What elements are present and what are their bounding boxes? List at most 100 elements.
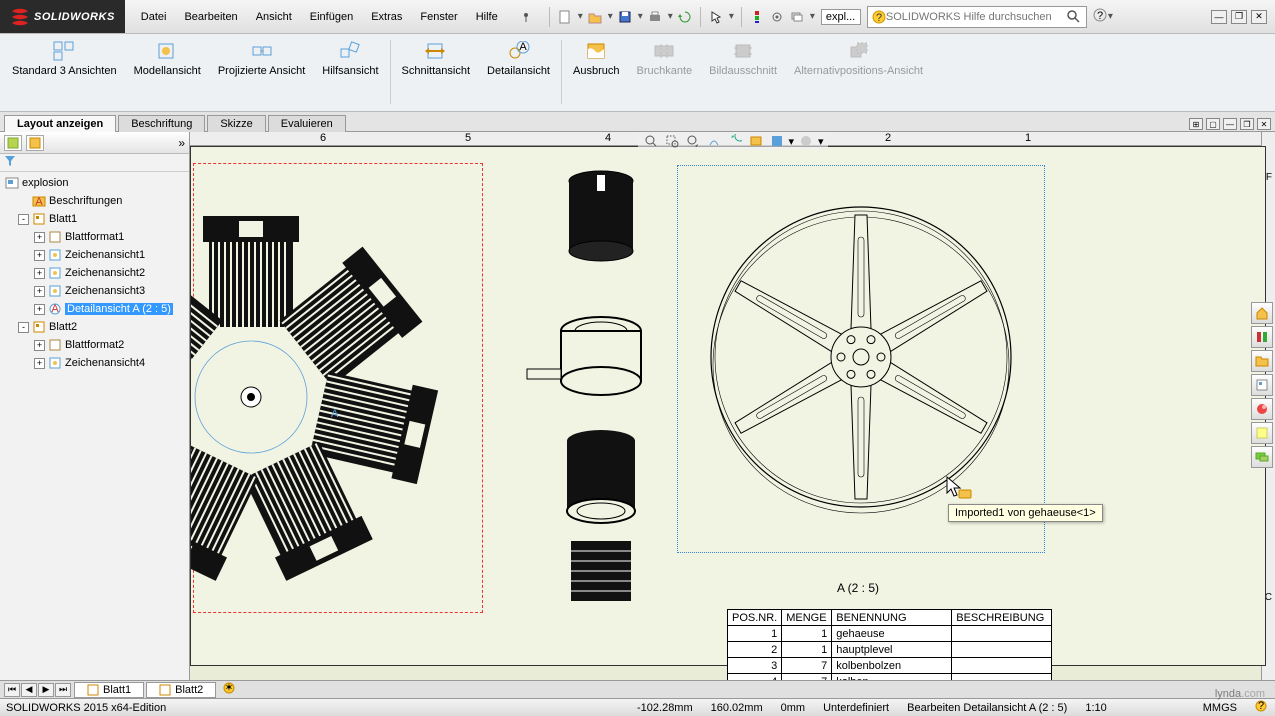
custom-props-icon[interactable] [1251, 422, 1273, 444]
feature-tree: explosion ABeschriftungen-Blatt1+Blattfo… [0, 172, 189, 680]
save-icon[interactable] [617, 9, 633, 25]
forum-icon[interactable] [1251, 446, 1273, 468]
edit-color-icon[interactable] [767, 133, 785, 149]
prev-view-icon[interactable] [683, 133, 701, 149]
status-scale: 1:10 [1085, 702, 1106, 714]
tree-item[interactable]: +Zeichenansicht1 [0, 246, 189, 264]
document-name-field[interactable]: expl... [821, 9, 861, 25]
cmd-broken-out[interactable]: Ausbruch [565, 36, 627, 81]
appearances-icon[interactable] [1251, 398, 1273, 420]
tree-item[interactable]: -Blatt2 [0, 318, 189, 336]
select-icon[interactable] [708, 9, 724, 25]
tree-filter[interactable] [0, 154, 189, 172]
doc-prev-icon[interactable]: ⊞ [1189, 118, 1203, 130]
doc-next-icon[interactable]: ▢ [1206, 118, 1220, 130]
search-input[interactable] [886, 11, 1066, 23]
search-icon[interactable] [1066, 9, 1082, 25]
titlebar: SOLIDWORKS Datei Bearbeiten Ansicht Einf… [0, 0, 1275, 34]
menu-datei[interactable]: Datei [133, 7, 175, 27]
help-dropdown-icon[interactable]: ? [1093, 8, 1107, 25]
sheet-nav-first[interactable]: ⏮ [4, 683, 20, 697]
new-icon[interactable] [557, 9, 573, 25]
tree-item[interactable]: ABeschriftungen [0, 192, 189, 210]
minimize-button[interactable]: — [1211, 10, 1227, 24]
feature-manager-panel: » explosion ABeschriftungen-Blatt1+Blatt… [0, 132, 190, 680]
tab-evaluate[interactable]: Evaluieren [268, 115, 346, 132]
panel-tab-feature-icon[interactable] [4, 135, 22, 151]
doc-max-button[interactable]: ❐ [1240, 118, 1254, 130]
panel-collapse-icon[interactable]: » [178, 136, 185, 150]
status-defined: Unterdefiniert [823, 702, 889, 714]
sheet-tab-2[interactable]: Blatt2 [146, 682, 216, 698]
tree-root[interactable]: explosion [0, 174, 189, 192]
tree-item[interactable]: -Blatt1 [0, 210, 189, 228]
main-menu: Datei Bearbeiten Ansicht Einfügen Extras… [125, 7, 506, 27]
cmd-projected-view[interactable]: Projizierte Ansicht [210, 36, 313, 81]
tree-item[interactable]: +ADetailansicht A (2 : 5) [0, 300, 189, 318]
help-icon: ? [872, 10, 886, 24]
tab-sketch[interactable]: Skizze [207, 115, 265, 132]
detail-view-label: A (2 : 5) [837, 581, 879, 595]
doc-close-button[interactable]: ✕ [1257, 118, 1271, 130]
help-search[interactable]: ? [867, 6, 1087, 28]
table-row[interactable]: 47kolben [728, 674, 1052, 681]
doc-min-button[interactable]: — [1223, 118, 1237, 130]
display-style-icon[interactable] [725, 133, 743, 149]
zoom-area-icon[interactable] [662, 133, 680, 149]
add-sheet-icon[interactable]: ✶ [222, 681, 236, 698]
drawing-area[interactable]: 6 5 4 2 1 F E D C ▾ ▾ [190, 132, 1275, 680]
tab-annotation[interactable]: Beschriftung [118, 115, 205, 132]
tree-item[interactable]: +Blattformat2 [0, 336, 189, 354]
menu-hilfe[interactable]: Hilfe [468, 7, 506, 27]
menu-fenster[interactable]: Fenster [412, 7, 465, 27]
close-button[interactable]: ✕ [1251, 10, 1267, 24]
tree-item[interactable]: +Blattformat1 [0, 228, 189, 246]
cmd-crop-view: Bildausschnitt [701, 36, 785, 81]
tree-item[interactable]: +Zeichenansicht2 [0, 264, 189, 282]
options-icon[interactable] [749, 9, 765, 25]
pin-icon[interactable] [518, 9, 534, 25]
table-row[interactable]: 37kolbenbolzen [728, 658, 1052, 674]
cmd-auxiliary-view[interactable]: Hilfsansicht [314, 36, 386, 81]
restore-button[interactable]: ❐ [1231, 10, 1247, 24]
rebuild-icon[interactable] [677, 9, 693, 25]
apply-scene-icon[interactable] [797, 133, 815, 149]
sheet-nav-next[interactable]: ▶ [38, 683, 54, 697]
sheet-nav-last[interactable]: ⏭ [55, 683, 71, 697]
settings-icon[interactable] [769, 9, 785, 25]
cmd-detail-view[interactable]: ADetailansicht [479, 36, 558, 81]
bom-table[interactable]: POS.NR. MENGE BENENNUNG BESCHREIBUNG 11g… [727, 609, 1052, 680]
view-palette-icon[interactable] [1251, 374, 1273, 396]
menu-extras[interactable]: Extras [363, 7, 410, 27]
hide-show-icon[interactable] [746, 133, 764, 149]
file-explorer-icon[interactable] [1251, 350, 1273, 372]
menu-bearbeiten[interactable]: Bearbeiten [176, 7, 245, 27]
zoom-fit-icon[interactable] [641, 133, 659, 149]
section-view-icon[interactable] [704, 133, 722, 149]
tree-item[interactable]: +Zeichenansicht4 [0, 354, 189, 372]
panel-tab-property-icon[interactable] [26, 135, 44, 151]
status-editing: Bearbeiten Detailansicht A (2 : 5) [907, 702, 1067, 714]
svg-text:A: A [519, 41, 527, 53]
menu-ansicht[interactable]: Ansicht [248, 7, 300, 27]
sheet-nav-prev[interactable]: ◀ [21, 683, 37, 697]
tab-layout[interactable]: Layout anzeigen [4, 115, 116, 132]
print-icon[interactable] [647, 9, 663, 25]
open-icon[interactable] [587, 9, 603, 25]
svg-text:A: A [331, 408, 339, 420]
cmd-standard-3-views[interactable]: Standard 3 Ansichten [4, 36, 125, 81]
status-y: 160.02mm [711, 702, 763, 714]
status-z: 0mm [781, 702, 805, 714]
workspace: » explosion ABeschriftungen-Blatt1+Blatt… [0, 132, 1275, 680]
table-row[interactable]: 21hauptplevel [728, 642, 1052, 658]
menu-einfuegen[interactable]: Einfügen [302, 7, 361, 27]
home-icon[interactable] [1251, 302, 1273, 324]
table-row[interactable]: 11gehaeuse [728, 626, 1052, 642]
tree-item[interactable]: +Zeichenansicht3 [0, 282, 189, 300]
cmd-model-view[interactable]: Modellansicht [126, 36, 209, 81]
sheet-tab-1[interactable]: Blatt1 [74, 682, 144, 698]
layers-icon[interactable] [789, 9, 805, 25]
design-library-icon[interactable] [1251, 326, 1273, 348]
cmd-section-view[interactable]: Schnittansicht [394, 36, 478, 81]
status-flag-icon[interactable]: ? [1255, 700, 1269, 715]
